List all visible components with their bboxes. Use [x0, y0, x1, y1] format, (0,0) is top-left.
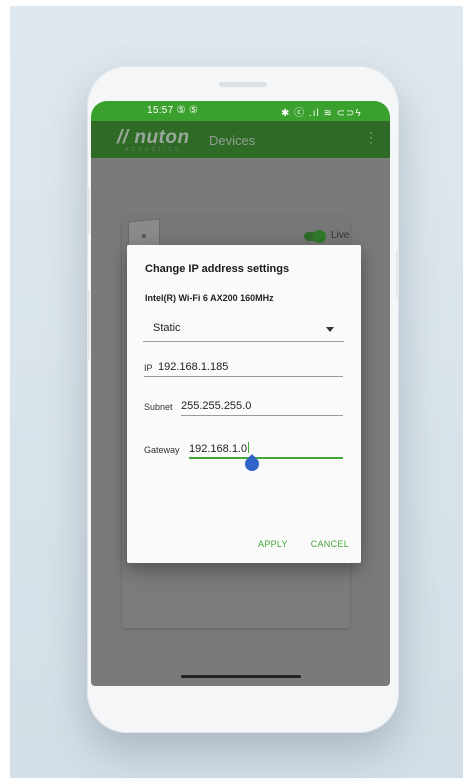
text-cursor [248, 442, 250, 453]
ip-mode-value: Static [153, 322, 181, 334]
apply-button[interactable]: APPLY [258, 539, 288, 549]
ip-settings-dialog: Change IP address settings Intel(R) Wi-F… [127, 245, 361, 563]
phone-side-button [87, 188, 90, 234]
gateway-field[interactable]: Gateway 192.168.1.0 [144, 437, 343, 459]
app-logo-subtitle: ACOUSTICS [125, 147, 182, 153]
gateway-field-label: Gateway [144, 445, 180, 455]
status-icons: ✱ ⓒ .ıl ≋ ⊂⊃ϟ [281, 108, 362, 119]
subnet-field-underline [181, 415, 343, 416]
app-logo: // nuton [117, 127, 190, 148]
status-time: 15:57 ⑤ ⑤ [147, 105, 199, 116]
phone-side-button [87, 290, 90, 360]
phone-speaker [219, 82, 267, 87]
subnet-field[interactable]: Subnet 255.255.255.0 [144, 394, 343, 416]
home-indicator[interactable] [181, 675, 301, 678]
subnet-field-label: Subnet [144, 402, 173, 412]
dialog-title: Change IP address settings [145, 263, 290, 275]
ip-field-underline [144, 376, 343, 377]
network-adapter-name: Intel(R) Wi-Fi 6 AX200 160MHz [145, 293, 274, 303]
gateway-field-underline [189, 457, 343, 459]
chevron-down-icon [326, 327, 334, 332]
live-label: Live [331, 230, 350, 241]
app-bar: // nuton ACOUSTICS Devices ⋮ [91, 121, 390, 158]
app-title: Devices [209, 133, 256, 148]
gateway-field-value[interactable]: 192.168.1.0 [189, 442, 250, 455]
dialog-actions: APPLY CANCEL [238, 539, 349, 549]
more-vert-icon[interactable]: ⋮ [364, 129, 378, 146]
app-logo-text: nuton [134, 127, 190, 148]
status-bar: 15:57 ⑤ ⑤ ✱ ⓒ .ıl ≋ ⊂⊃ϟ [91, 101, 390, 121]
ip-mode-select[interactable]: Static [143, 315, 344, 342]
subnet-field-value[interactable]: 255.255.255.0 [181, 400, 251, 412]
live-toggle[interactable] [304, 230, 326, 243]
ip-field-value[interactable]: 192.168.1.185 [158, 361, 228, 373]
cancel-button[interactable]: CANCEL [311, 539, 349, 549]
ip-field[interactable]: IP 192.168.1.185 [144, 355, 343, 377]
gateway-field-text: 192.168.1.0 [189, 443, 248, 455]
phone-side-button [396, 250, 399, 298]
ip-field-label: IP [144, 363, 153, 373]
